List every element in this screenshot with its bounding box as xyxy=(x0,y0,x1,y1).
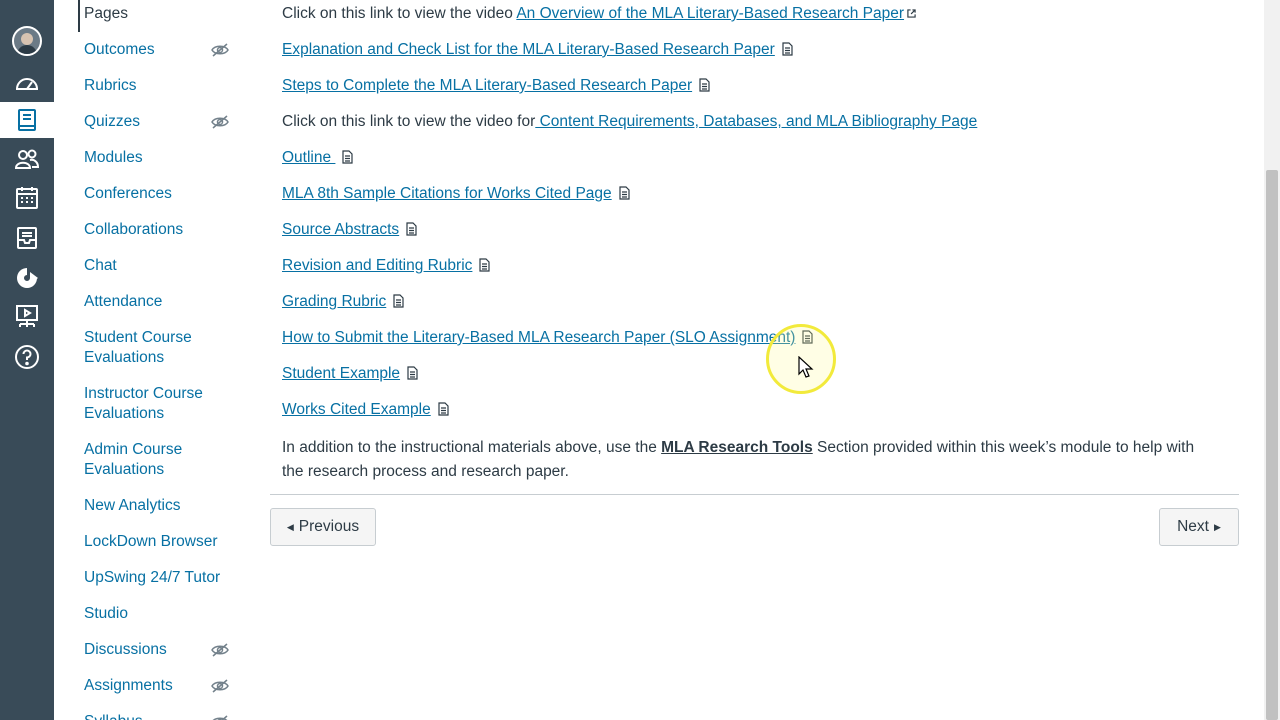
document-file-icon[interactable] xyxy=(406,366,418,380)
content-row: Click on this link to view the video An … xyxy=(282,4,916,24)
explanation-checklist-link[interactable]: Explanation and Check List for the MLA L… xyxy=(282,41,775,58)
hidden-eye-icon xyxy=(211,115,229,129)
course-nav-studio[interactable]: Studio xyxy=(84,604,254,624)
content-row: Outline xyxy=(282,148,354,168)
how-to-submit-link[interactable]: How to Submit the Literary-Based MLA Res… xyxy=(282,329,795,346)
mouse-pointer-icon xyxy=(798,356,814,378)
groups-icon[interactable] xyxy=(0,142,54,178)
document-file-icon[interactable] xyxy=(341,150,354,164)
paragraph-text-before: In addition to the instructional materia… xyxy=(282,439,662,456)
content-row: Click on this link to view the video for… xyxy=(282,112,977,132)
help-icon[interactable] xyxy=(0,339,54,375)
commons-icon[interactable] xyxy=(0,260,54,296)
document-file-icon[interactable] xyxy=(618,186,630,200)
external-link-icon xyxy=(907,9,916,18)
dashboard-icon[interactable] xyxy=(0,65,54,101)
course-nav-attendance[interactable]: Attendance xyxy=(84,292,254,312)
document-file-icon[interactable] xyxy=(437,402,449,416)
content-row: Grading Rubric xyxy=(282,292,404,312)
course-nav-collaborations[interactable]: Collaborations xyxy=(84,220,254,240)
content-row: Student Example xyxy=(282,364,418,384)
document-file-icon[interactable] xyxy=(405,222,417,236)
course-nav-modules[interactable]: Modules xyxy=(84,148,254,168)
account-avatar-icon[interactable] xyxy=(0,23,54,59)
row-prefix-text: Click on this link to view the video xyxy=(282,5,517,22)
row-prefix-text: Click on this link to view the video for xyxy=(282,113,536,130)
content-divider xyxy=(270,494,1239,495)
caret-left-icon: ◀ xyxy=(286,521,294,532)
content-row: Steps to Complete the MLA Literary-Based… xyxy=(282,76,710,96)
course-nav-student-course-evaluations[interactable]: Student Course Evaluations xyxy=(84,328,254,368)
previous-label: Previous xyxy=(298,518,360,535)
content-row: How to Submit the Literary-Based MLA Res… xyxy=(282,328,814,348)
course-nav-admin-course-evaluations[interactable]: Admin Course Evaluations xyxy=(84,440,254,480)
hidden-eye-icon xyxy=(212,715,228,720)
course-nav-pages[interactable]: Pages xyxy=(84,4,254,24)
content-row: Works Cited Example xyxy=(282,400,449,420)
document-file-icon[interactable] xyxy=(478,258,491,272)
hidden-eye-icon xyxy=(211,643,229,657)
caret-right-icon: ▶ xyxy=(1213,521,1221,532)
previous-button[interactable]: ◀ Previous xyxy=(270,508,376,546)
document-file-icon[interactable] xyxy=(392,294,404,308)
studio-icon[interactable] xyxy=(0,298,54,334)
content-row: Revision and Editing Rubric xyxy=(282,256,491,276)
document-file-icon[interactable] xyxy=(698,78,710,92)
outline-link[interactable]: Outline xyxy=(282,149,335,166)
content-row: Explanation and Check List for the MLA L… xyxy=(282,40,793,60)
next-button[interactable]: Next ▶ xyxy=(1159,508,1239,546)
active-indicator xyxy=(78,0,80,32)
content-row: Source Abstracts xyxy=(282,220,417,240)
inbox-icon[interactable] xyxy=(0,220,54,256)
student-example-link[interactable]: Student Example xyxy=(282,365,400,382)
course-nav-instructor-course-evaluations[interactable]: Instructor Course Evaluations xyxy=(84,384,254,424)
scrollbar-thumb[interactable] xyxy=(1266,170,1278,720)
calendar-icon[interactable] xyxy=(0,180,54,216)
grading-rubric-link[interactable]: Grading Rubric xyxy=(282,293,386,310)
instructions-paragraph: In addition to the instructional materia… xyxy=(282,436,1202,484)
courses-icon[interactable] xyxy=(0,102,54,138)
course-nav-conferences[interactable]: Conferences xyxy=(84,184,254,204)
course-nav-lockdown-browser[interactable]: LockDown Browser xyxy=(84,532,254,552)
source-abstracts-link[interactable]: Source Abstracts xyxy=(282,221,399,238)
global-nav xyxy=(0,0,54,720)
revision-editing-rubric-link[interactable]: Revision and Editing Rubric xyxy=(282,257,472,274)
steps-to-complete-link[interactable]: Steps to Complete the MLA Literary-Based… xyxy=(282,77,692,94)
course-nav: Pages Outcomes Rubrics Quizzes Modules C… xyxy=(54,0,260,720)
hidden-eye-icon xyxy=(211,679,229,693)
next-label: Next xyxy=(1177,518,1209,535)
mla-sample-citations-link[interactable]: MLA 8th Sample Citations for Works Cited… xyxy=(282,185,612,202)
course-nav-upswing-tutor[interactable]: UpSwing 24/7 Tutor xyxy=(84,568,254,588)
document-file-icon[interactable] xyxy=(781,42,793,56)
works-cited-example-link[interactable]: Works Cited Example xyxy=(282,401,431,418)
content-row: MLA 8th Sample Citations for Works Cited… xyxy=(282,184,630,204)
hidden-eye-icon xyxy=(211,43,229,57)
mla-research-tools-link[interactable]: MLA Research Tools xyxy=(661,439,813,456)
course-nav-rubrics[interactable]: Rubrics xyxy=(84,76,254,96)
overview-video-link[interactable]: An Overview of the MLA Literary-Based Re… xyxy=(516,5,904,22)
course-nav-new-analytics[interactable]: New Analytics xyxy=(84,496,254,516)
content-requirements-video-link[interactable]: Content Requirements, Databases, and MLA… xyxy=(535,113,978,130)
course-nav-chat[interactable]: Chat xyxy=(84,256,254,276)
